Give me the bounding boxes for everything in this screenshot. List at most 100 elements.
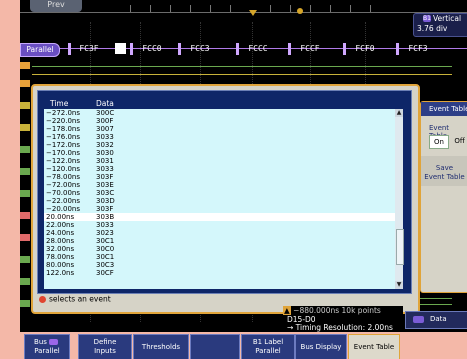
table-row[interactable]: 24.00ns 3023 bbox=[44, 229, 403, 237]
cell-data: 303F bbox=[96, 205, 114, 213]
channel-marker bbox=[20, 256, 30, 263]
vertical-badge: B1 bbox=[423, 15, 431, 22]
table-row[interactable]: −220.0ns 300F bbox=[44, 117, 403, 125]
table-row[interactable]: −72.00ns 303E bbox=[44, 181, 403, 189]
event-table-button[interactable]: Event Table bbox=[348, 334, 400, 359]
cell-time: 80.00ns bbox=[46, 261, 75, 269]
channel-marker bbox=[20, 168, 30, 175]
vertical-readout[interactable]: B1 Vertical 3.76 div bbox=[413, 13, 467, 37]
table-row[interactable]: 20.00ns 303B bbox=[44, 213, 403, 221]
timing-resolution: → Timing Resolution: 2.00ns bbox=[287, 323, 393, 332]
cell-data: 303E bbox=[96, 181, 114, 189]
save-event-table-button[interactable]: Save Event Table bbox=[421, 156, 467, 186]
table-row[interactable]: −272.0ns 300C bbox=[44, 109, 403, 117]
cell-time: −220.0ns bbox=[46, 117, 80, 125]
digital-trace bbox=[32, 66, 452, 67]
bus-display-button[interactable]: Bus Display bbox=[295, 334, 347, 359]
table-row[interactable]: −70.00ns 303C bbox=[44, 189, 403, 197]
channel-marker bbox=[20, 146, 30, 153]
cell-data: 3030 bbox=[96, 149, 114, 157]
cell-time: −72.00ns bbox=[46, 181, 80, 189]
save-label: Save bbox=[435, 164, 454, 172]
channel-marker bbox=[20, 278, 30, 285]
save-label-2: Event Table bbox=[424, 173, 465, 181]
table-row[interactable]: −176.0ns 3033 bbox=[44, 133, 403, 141]
cell-time: −170.0ns bbox=[46, 149, 80, 157]
bus-marker bbox=[115, 43, 126, 54]
bus-value: FCC0 bbox=[130, 43, 172, 55]
event-table-side-menu: Event Table Event Table On Off Save Even… bbox=[420, 101, 467, 293]
scroll-up-icon[interactable]: ▲ bbox=[395, 109, 403, 117]
table-row[interactable]: 22.00ns 3033 bbox=[44, 221, 403, 229]
cell-data: 30C0 bbox=[96, 245, 115, 253]
table-row[interactable]: −178.0ns 3007 bbox=[44, 125, 403, 133]
cell-data: 3031 bbox=[96, 157, 114, 165]
table-row[interactable]: 122.0ns 30CF bbox=[44, 269, 403, 277]
table-row[interactable]: 28.00ns 30C1 bbox=[44, 237, 403, 245]
table-row[interactable]: −78.00ns 303F bbox=[44, 173, 403, 181]
channel-marker bbox=[20, 62, 30, 69]
digital-trace bbox=[32, 74, 452, 75]
cell-data: 300C bbox=[96, 109, 115, 117]
bus-badge-icon bbox=[48, 339, 58, 345]
top-ticks bbox=[90, 5, 390, 13]
event-table-on-button[interactable]: On bbox=[429, 135, 449, 149]
table-row[interactable]: −170.0ns 3030 bbox=[44, 149, 403, 157]
data-readout-tab[interactable]: Data bbox=[405, 311, 467, 329]
cell-data: 30C1 bbox=[96, 237, 115, 245]
blank-softkey[interactable] bbox=[190, 334, 240, 359]
table-row[interactable]: −122.0ns 3031 bbox=[44, 157, 403, 165]
table-row[interactable]: −20.00ns 303F bbox=[44, 205, 403, 213]
cell-data: 30C1 bbox=[96, 253, 115, 261]
softkey-label: Event Table bbox=[353, 343, 395, 351]
bottom-menu: Bus Parallel Define Inputs Thresholds B1… bbox=[0, 332, 467, 359]
cell-data: 30CF bbox=[96, 269, 114, 277]
table-row[interactable]: 78.00ns 30C1 bbox=[44, 253, 403, 261]
prev-tab[interactable]: Prev bbox=[30, 0, 82, 12]
label-parallel-button[interactable]: B1 Label Parallel bbox=[241, 334, 295, 359]
define-inputs-button[interactable]: Define Inputs bbox=[78, 334, 132, 359]
cell-data: 303D bbox=[96, 197, 115, 205]
cell-time: 22.00ns bbox=[46, 221, 75, 229]
trigger-position-icon bbox=[249, 10, 257, 16]
cell-time: 24.00ns bbox=[46, 229, 75, 237]
softkey-label: Thresholds bbox=[141, 343, 181, 351]
softkey-label: Define bbox=[93, 338, 117, 346]
event-table-off-button[interactable]: Off bbox=[451, 135, 467, 147]
data-badge bbox=[413, 316, 424, 323]
event-table-body[interactable]: −272.0ns 300C −220.0ns 300F −178.0ns 3007 −176… bbox=[44, 109, 403, 289]
scroll-down-icon[interactable]: ▼ bbox=[395, 281, 403, 289]
bus-value: FC3F bbox=[68, 43, 108, 55]
record-length: 10k points bbox=[341, 306, 381, 315]
table-row[interactable]: 32.00ns 30C0 bbox=[44, 245, 403, 253]
column-header-data: Data bbox=[96, 99, 114, 108]
column-header-time: Time bbox=[50, 99, 69, 108]
scroll-thumb[interactable] bbox=[396, 229, 404, 265]
vertical-label: Vertical bbox=[433, 14, 462, 23]
cell-time: −20.00ns bbox=[46, 205, 80, 213]
channel-marker bbox=[20, 80, 30, 87]
bus-value: FCF3 bbox=[396, 43, 438, 55]
table-row[interactable]: −172.0ns 3032 bbox=[44, 141, 403, 149]
bus-value: FCCF bbox=[288, 43, 330, 55]
cell-data: 30C3 bbox=[96, 261, 115, 269]
cell-data: 3033 bbox=[96, 133, 114, 141]
cell-data: 3032 bbox=[96, 141, 114, 149]
softkey-sublabel: Inputs bbox=[94, 347, 116, 355]
table-row[interactable]: 80.00ns 30C3 bbox=[44, 261, 403, 269]
event-table-dialog: Time Data −272.0ns 300C −220.0ns 300F −178.0… bbox=[31, 84, 420, 314]
cell-time: −272.0ns bbox=[46, 109, 80, 117]
table-scrollbar[interactable]: ▲ ▼ bbox=[395, 109, 404, 289]
cell-time: −22.00ns bbox=[46, 197, 80, 205]
channel-marker bbox=[20, 212, 30, 219]
table-row[interactable]: −22.00ns 303D bbox=[44, 197, 403, 205]
table-row[interactable]: −120.0ns 3033 bbox=[44, 165, 403, 173]
channel-marker bbox=[20, 190, 30, 197]
bus-waveform: FC3F FCC0 FCC3 FCCC FCCF FCF0 FCF3 bbox=[20, 42, 467, 56]
side-menu-header: Event Table bbox=[421, 102, 467, 116]
bus-value: FCF0 bbox=[343, 43, 385, 55]
thresholds-button[interactable]: Thresholds bbox=[133, 334, 189, 359]
parallel-bus-tag[interactable]: Parallel bbox=[20, 43, 60, 57]
softkey-label: Bus Display bbox=[300, 343, 342, 351]
bus-parallel-button[interactable]: Bus Parallel bbox=[24, 334, 70, 359]
